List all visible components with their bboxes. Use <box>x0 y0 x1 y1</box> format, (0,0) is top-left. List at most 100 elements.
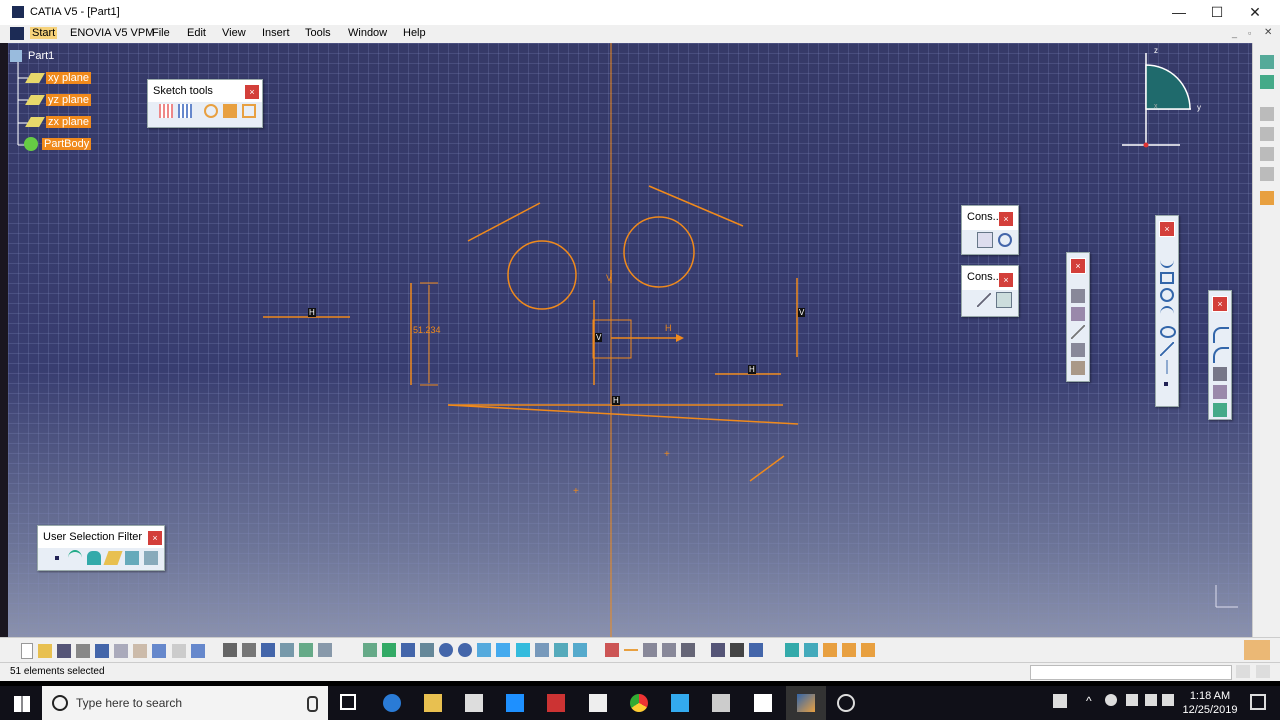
chevron-up-icon[interactable]: ^ <box>1086 694 1092 708</box>
people-icon[interactable] <box>1053 694 1067 708</box>
user-selection-filter-palette[interactable]: User Selection Filter × <box>37 525 165 571</box>
comment-icon[interactable] <box>242 643 257 657</box>
windows-start-icon[interactable] <box>14 696 30 712</box>
power-input-field[interactable] <box>1030 665 1232 680</box>
constraint-palette-2[interactable]: Cons... × <box>961 265 1019 317</box>
zoom-in-icon[interactable] <box>439 643 454 657</box>
constraint-palette-1[interactable]: Cons... × <box>961 205 1019 255</box>
output-feature-icon[interactable] <box>681 643 696 657</box>
menu-enovia[interactable]: ENOVIA V5 VPM <box>70 27 154 39</box>
curve-filter-icon[interactable] <box>68 550 83 566</box>
user-selection-filter-close-button[interactable]: × <box>147 530 163 546</box>
chrome-icon[interactable] <box>630 694 648 712</box>
sketch-plane-icon[interactable] <box>785 643 799 657</box>
store-icon[interactable] <box>465 694 483 712</box>
edge-icon[interactable] <box>383 694 401 712</box>
menu-help[interactable]: Help <box>403 27 426 39</box>
menu-tools[interactable]: Tools <box>305 27 331 39</box>
table-icon[interactable] <box>261 643 276 657</box>
tree-item-partbody[interactable]: PartBody <box>24 136 92 153</box>
constraint-h-label-1[interactable]: H <box>308 308 316 317</box>
search-box[interactable]: Type here to search <box>42 686 328 720</box>
menu-insert[interactable]: Insert <box>262 27 290 39</box>
constraint-icon[interactable] <box>977 232 993 248</box>
save-icon[interactable] <box>57 644 72 658</box>
constraint-h-label-2[interactable]: H <box>748 365 756 374</box>
paste-icon[interactable] <box>133 644 148 658</box>
menu-edit[interactable]: Edit <box>187 27 206 39</box>
profile-toolbar-icon[interactable] <box>804 643 819 657</box>
corner-icon[interactable] <box>1071 289 1085 303</box>
new-icon[interactable] <box>21 643 33 659</box>
project-icon[interactable] <box>1071 361 1085 375</box>
status-icon-1[interactable] <box>1236 665 1250 678</box>
chamfer-icon[interactable] <box>1071 307 1085 321</box>
print-icon[interactable] <box>76 644 91 658</box>
trim-icon[interactable] <box>1071 325 1085 339</box>
edit-multi-constraint-icon[interactable] <box>977 293 991 307</box>
constraint-h-label-3[interactable]: H <box>612 396 620 405</box>
point-filter-icon[interactable] <box>55 556 59 560</box>
status-icon-2[interactable] <box>1256 665 1270 678</box>
isolate-icon[interactable] <box>662 643 677 657</box>
transform-palette[interactable]: × <box>1208 290 1232 420</box>
formula-icon[interactable] <box>223 643 237 657</box>
menu-view[interactable]: View <box>222 27 246 39</box>
measure-icon[interactable] <box>318 643 333 657</box>
user-selection-filter-title[interactable]: User Selection Filter <box>38 526 164 548</box>
shading-icon[interactable] <box>515 643 530 657</box>
dimensional-constraint-toggle-icon[interactable] <box>842 643 857 657</box>
pad-icon[interactable] <box>1260 127 1274 141</box>
point-icon[interactable] <box>1164 382 1168 386</box>
swap-visible-space-icon[interactable] <box>553 643 568 657</box>
obs-icon[interactable] <box>837 694 855 712</box>
task-view-icon[interactable] <box>340 694 356 710</box>
menu-window[interactable]: Window <box>348 27 387 39</box>
symmetry-icon[interactable] <box>1213 385 1227 399</box>
construction-toggle-icon[interactable] <box>730 643 745 657</box>
operation-palette[interactable]: × <box>1066 252 1090 382</box>
minimize-button[interactable]: — <box>1160 0 1198 25</box>
compass-icon[interactable] <box>1116 45 1206 155</box>
break-icon[interactable] <box>1213 367 1227 381</box>
catalog-icon[interactable] <box>299 643 314 657</box>
doc-restore-button[interactable]: ▫ <box>1248 28 1251 38</box>
hide-show-icon[interactable] <box>534 643 549 657</box>
three-point-arc-icon[interactable] <box>1213 347 1229 363</box>
circle-icon[interactable] <box>1160 288 1174 302</box>
recorder-icon[interactable] <box>754 694 772 712</box>
constraint-v-label-1[interactable]: V <box>798 308 806 317</box>
profile-icon[interactable] <box>1160 252 1174 268</box>
mail-icon[interactable] <box>589 694 607 712</box>
catia-taskbar-icon[interactable] <box>797 694 815 712</box>
contact-constraint-icon[interactable] <box>998 233 1013 247</box>
zoom-out-icon[interactable] <box>458 643 473 657</box>
geometrical-constraints-icon[interactable] <box>223 104 238 118</box>
construction-element-icon[interactable] <box>204 104 219 118</box>
menu-file[interactable]: File <box>152 27 170 39</box>
axis-icon[interactable] <box>1160 360 1174 374</box>
tree-item-zx-plane[interactable]: zx plane <box>25 114 91 131</box>
sketch-solving-status-icon[interactable] <box>605 643 619 657</box>
profile-palette-close-button[interactable]: × <box>1159 221 1175 237</box>
dimensional-constraints-icon[interactable] <box>242 104 257 118</box>
onedrive-icon[interactable] <box>1105 694 1117 706</box>
geometry-constraint-toggle-icon[interactable] <box>823 643 838 657</box>
sketch-tools-palette[interactable]: Sketch tools × <box>147 79 263 128</box>
fly-mode-icon[interactable] <box>363 643 377 657</box>
pocket-icon[interactable] <box>1260 147 1274 161</box>
mcafee-icon[interactable] <box>547 694 565 712</box>
geometry-filter-icon[interactable] <box>144 551 159 565</box>
tree-item-xy-plane[interactable]: xy plane <box>25 70 91 87</box>
quick-view-icon[interactable] <box>496 643 511 657</box>
constraint-v-label-2[interactable]: V <box>595 333 603 342</box>
line-icon[interactable] <box>1160 342 1174 356</box>
undo-icon[interactable] <box>152 644 167 658</box>
cut-icon[interactable] <box>95 644 110 658</box>
snap-to-point-icon[interactable] <box>178 104 193 118</box>
profile-palette[interactable]: × <box>1155 215 1179 407</box>
app-icon[interactable] <box>671 694 689 712</box>
transform-palette-close-button[interactable]: × <box>1212 296 1228 312</box>
close-window-button[interactable]: ✕ <box>1236 0 1274 25</box>
microphone-icon[interactable] <box>307 696 318 712</box>
